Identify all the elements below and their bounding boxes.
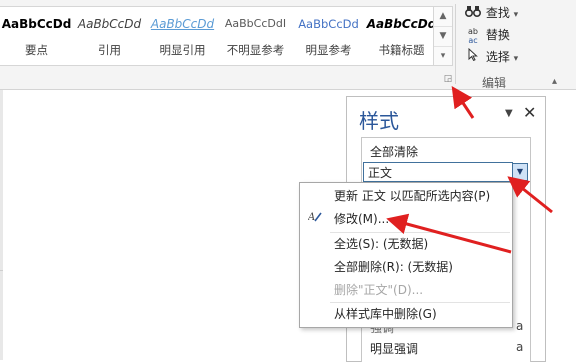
clear-all-item[interactable]: 全部清除 [370,143,418,160]
dialog-launcher-icon[interactable]: ◲ [442,73,454,85]
style-preview: AaBbCcDd [298,17,359,31]
chevron-down-icon[interactable]: ▼ [512,163,528,181]
style-tile-book-title[interactable]: AaBbCcDd 书籍标题 [365,7,438,63]
style-tile-subtle-reference[interactable]: AaBbCcDdI 不明显参考 [219,7,292,63]
style-name: 不明显参考 [226,43,285,57]
replace-icon: ab ac [468,26,478,45]
style-row-intense-emphasis[interactable]: 明显强调 [370,340,418,358]
chevron-down-icon: ▾ [513,10,519,20]
pane-menu-icon[interactable]: ▼ [505,108,513,119]
menu-item-label: 全部删除(R): (无数据) [334,260,453,274]
style-preview: AaBbCcDdI [224,17,287,30]
find-label: 查找 [485,6,510,20]
select-button[interactable]: 选择 ▾ [464,47,519,66]
editing-group-label: 编辑 [482,76,507,90]
menu-item-update-style[interactable]: 更新 正文 以匹配所选内容(P) [300,186,512,206]
style-row-label: 正文 [368,166,393,180]
style-tile-intense-reference[interactable]: AaBbCcDd 明显参考 [292,7,365,63]
menu-item-label: 更新 正文 以匹配所选内容(P) [334,189,491,203]
menu-item-label: 修改(M)... [334,212,390,226]
menu-item-select-all[interactable]: 全选(S): (无数据) [300,234,512,254]
page-break-line [0,270,3,271]
more-icon[interactable]: ▾ [434,47,452,66]
select-label: 选择 [485,50,510,64]
style-tile-emphasis-point[interactable]: AaBbCcDd 要点 [0,7,73,63]
chevron-down-icon: ▾ [513,54,519,64]
menu-item-delete-style: 删除"正文"(D)... [300,280,512,300]
style-name: 书籍标题 [378,43,425,57]
style-name: 明显参考 [305,43,352,57]
style-name: 明显引用 [159,43,206,57]
menu-item-label: 从样式库中删除(G) [334,307,437,321]
gallery-scroll: ▲ ▼ ▾ [433,7,452,65]
svg-text:A: A [308,212,315,223]
menu-item-delete-all[interactable]: 全部删除(R): (无数据) [300,257,512,277]
style-preview: AaBbCcDd [77,17,142,31]
style-gallery: AaBbCcDd 要点 AaBbCcDd 引用 AaBbCcDd 明显引用 Aa… [0,6,453,66]
document-margin [0,90,3,360]
menu-item-modify[interactable]: A 修改(M)... [300,209,512,229]
style-preview: AaBbCcDd [150,17,215,31]
style-name: 要点 [25,43,48,57]
paragraph-mark: a [516,340,524,354]
paragraph-mark: a [516,319,524,333]
chevron-up-icon[interactable]: ▲ [434,7,452,27]
menu-item-label: 删除"正文"(D)... [334,283,424,297]
style-tile-intense-quote[interactable]: AaBbCcDd 明显引用 [146,7,219,63]
pane-title: 样式 [359,109,399,133]
binoculars-icon [464,4,482,22]
chevron-up-icon[interactable]: ▴ [552,76,557,87]
style-preview: AaBbCcDd [366,17,437,31]
context-menu: 更新 正文 以匹配所选内容(P) A 修改(M)... 全选(S): (无数据)… [299,182,513,328]
cursor-arrow-icon [464,47,482,66]
menu-divider [330,232,510,233]
find-button[interactable]: 查找 ▾ [464,4,518,22]
close-icon[interactable]: ✕ [523,103,536,122]
chevron-down-icon[interactable]: ▼ [434,27,452,47]
replace-button[interactable]: ab ac 替换 [464,26,510,45]
ribbon: AaBbCcDd 要点 AaBbCcDd 引用 AaBbCcDd 明显引用 Aa… [0,0,576,90]
style-preview: AaBbCcDd [1,17,72,31]
style-tile-quote[interactable]: AaBbCcDd 引用 [73,7,146,63]
menu-item-label: 全选(S): (无数据) [334,237,429,251]
replace-label: 替换 [485,28,510,42]
group-divider [455,4,456,84]
style-name: 引用 [98,43,121,57]
style-row-normal[interactable]: 正文 [363,162,513,182]
modify-icon: A [306,209,324,229]
menu-item-remove-from-gallery[interactable]: 从样式库中删除(G) [300,304,512,324]
menu-divider [330,302,510,303]
